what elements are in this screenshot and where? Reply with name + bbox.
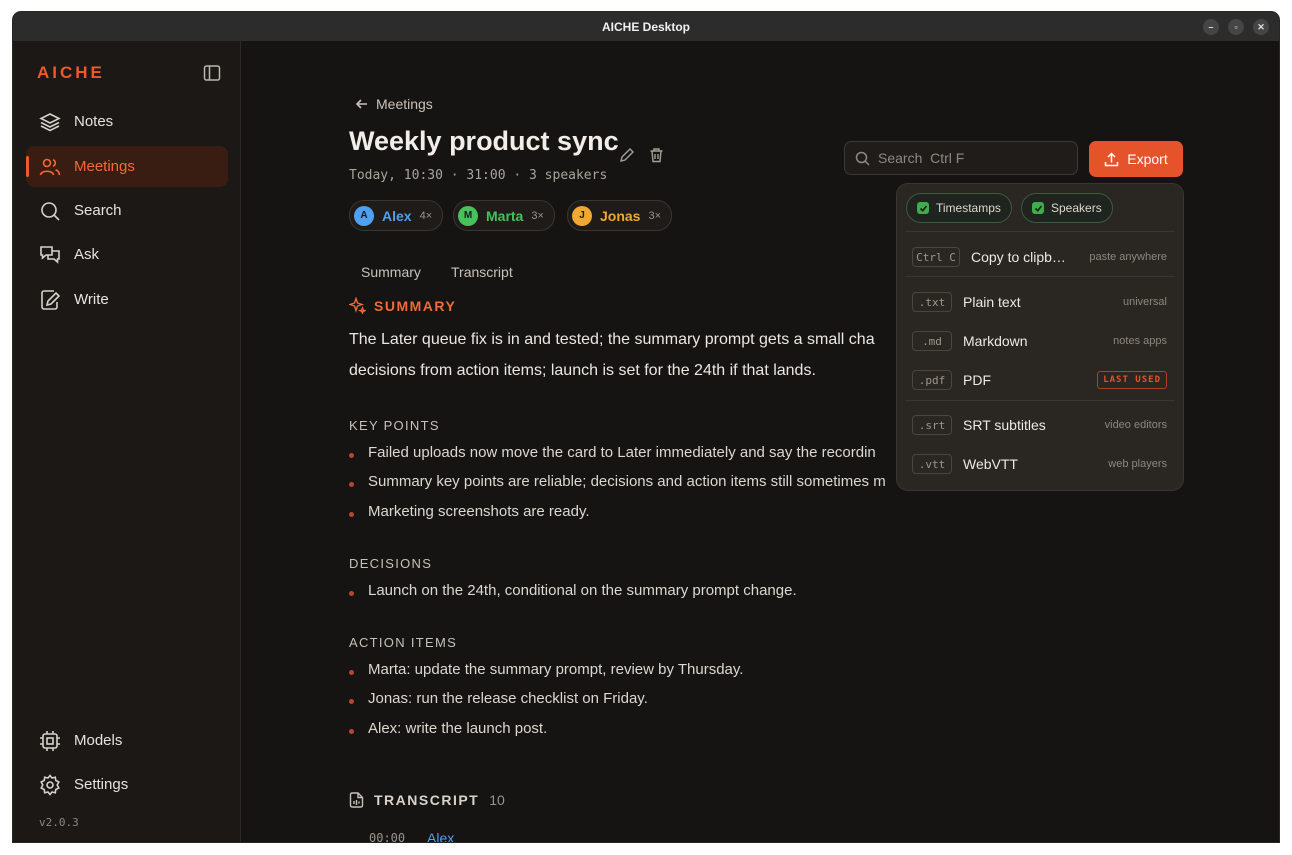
document-audio-icon	[349, 792, 364, 808]
sidebar-item-notes[interactable]: Notes	[26, 101, 228, 142]
sidebar-item-label: Search	[74, 202, 122, 219]
search-placeholder: Search Ctrl F	[878, 150, 965, 166]
export-label: Export	[1127, 151, 1168, 167]
maximize-button[interactable]: ▫	[1228, 19, 1244, 35]
toggle-speakers[interactable]: Speakers	[1021, 193, 1113, 223]
sidebar-item-label: Ask	[74, 246, 100, 263]
checkbox-checked-icon	[917, 202, 929, 214]
close-window-button[interactable]: ✕	[1253, 19, 1269, 35]
export-txt-option[interactable]: .txt Plain text universal	[905, 284, 1175, 320]
sidebar-item-label: Meetings	[74, 158, 135, 175]
window-title: AICHE Desktop	[601, 19, 690, 34]
copy-to-clipboard-option[interactable]: Ctrl C Copy to clipb… paste anywhere	[905, 239, 1175, 275]
transcript-speaker: Alex	[427, 830, 455, 842]
summary-line: decisions from action items; launch is s…	[349, 362, 816, 379]
avatar: M	[458, 205, 478, 226]
search-input[interactable]: Search Ctrl F	[844, 141, 1078, 175]
sidebar-item-label: Write	[74, 291, 109, 308]
speaker-count: 3×	[648, 209, 662, 222]
action-items-label: ACTION ITEMS	[349, 635, 458, 650]
arrow-left-icon	[355, 99, 367, 109]
export-md-option[interactable]: .md Markdown notes apps	[905, 323, 1175, 359]
search-icon	[855, 151, 870, 166]
sidebar-item-label: Settings	[74, 776, 129, 793]
sidebar: AICHE Notes Meetings Search Ask Write Mo…	[13, 41, 241, 842]
window-titlebar: AICHE Desktop – ▫ ✕	[13, 12, 1279, 41]
sidebar-item-search[interactable]: Search	[26, 190, 228, 231]
export-vtt-option[interactable]: .vtt WebVTT web players	[905, 446, 1175, 482]
list-item: Summary key points are reliable; decisio…	[349, 473, 889, 490]
gear-icon	[39, 773, 61, 796]
last-used-badge: LAST USED	[1097, 371, 1167, 389]
pencil-icon[interactable]	[619, 147, 635, 168]
main-content: Meetings Weekly product sync Today, 10:3…	[241, 41, 1279, 842]
page-title: Weekly product sync	[349, 126, 619, 156]
decisions-label: DECISIONS	[349, 556, 433, 571]
search-icon	[39, 200, 61, 222]
sidebar-item-label: Notes	[74, 113, 114, 130]
sparkle-icon	[349, 297, 366, 314]
meeting-meta: Today, 10:30 · 31:00 · 3 speakers	[349, 168, 608, 183]
speaker-chip-alex[interactable]: A Alex 4×	[349, 200, 444, 231]
summary-heading: SUMMARY	[349, 297, 456, 314]
users-icon	[39, 156, 61, 178]
minimize-button[interactable]: –	[1203, 19, 1219, 35]
checkbox-checked-icon	[1032, 202, 1044, 214]
transcript-count: 10	[489, 792, 505, 808]
sidebar-toggle-icon[interactable]	[203, 64, 221, 87]
back-link[interactable]: Meetings	[355, 96, 433, 112]
speaker-count: 4×	[419, 209, 433, 222]
toggle-timestamps[interactable]: Timestamps	[906, 193, 1012, 223]
transcript-heading: TRANSCRIPT 10	[349, 792, 505, 808]
speaker-name: Marta	[486, 207, 524, 224]
chat-icon	[39, 244, 61, 266]
speaker-chip-jonas[interactable]: J Jonas 3×	[567, 200, 673, 231]
sidebar-item-meetings[interactable]: Meetings	[26, 146, 228, 187]
trash-icon[interactable]	[649, 147, 664, 168]
layers-icon	[39, 111, 61, 133]
upload-icon	[1105, 151, 1119, 166]
speaker-name: Alex	[382, 207, 412, 224]
list-item: Failed uploads now move the card to Late…	[349, 444, 889, 461]
list-item: Marketing screenshots are ready.	[349, 503, 590, 520]
sidebar-item-label: Models	[74, 732, 123, 749]
speaker-count: 3×	[531, 209, 544, 222]
avatar: A	[354, 205, 374, 226]
sidebar-item-settings[interactable]: Settings	[26, 764, 228, 805]
sidebar-item-write[interactable]: Write	[26, 279, 228, 320]
app-logo: AICHE	[37, 63, 105, 82]
export-pdf-option[interactable]: .pdf PDF LAST USED	[905, 362, 1175, 398]
tab-summary[interactable]: Summary	[361, 264, 421, 280]
speaker-chip-marta[interactable]: M Marta 3×	[453, 200, 555, 231]
avatar: J	[572, 205, 592, 226]
sidebar-item-models[interactable]: Models	[26, 720, 228, 761]
export-button[interactable]: Export	[1089, 141, 1183, 177]
sidebar-item-ask[interactable]: Ask	[26, 234, 228, 275]
chip-icon	[39, 730, 61, 752]
summary-text: The Later queue fix is in and tested; th…	[349, 324, 909, 386]
transcript-heading-label: TRANSCRIPT	[374, 792, 480, 808]
transcript-timestamp: 00:00	[369, 831, 406, 842]
shortcut-key: Ctrl C	[912, 247, 960, 267]
tab-transcript[interactable]: Transcript	[451, 264, 513, 280]
breadcrumb: Meetings	[376, 96, 433, 112]
list-item: Alex: write the launch post.	[349, 720, 547, 737]
summary-heading-label: SUMMARY	[374, 297, 457, 314]
list-item: Marta: update the summary prompt, review…	[349, 661, 743, 678]
summary-line: The Later queue fix is in and tested; th…	[349, 331, 875, 348]
key-points-label: KEY POINTS	[349, 418, 440, 433]
export-srt-option[interactable]: .srt SRT subtitles video editors	[905, 407, 1175, 443]
export-menu: Timestamps Speakers Ctrl C Copy to clipb…	[896, 183, 1184, 491]
edit-doc-icon	[39, 289, 61, 311]
app-window: AICHE Desktop – ▫ ✕ AICHE Notes Meetings…	[13, 12, 1279, 842]
speaker-name: Jonas	[600, 207, 641, 224]
app-version: v2.0.3	[39, 816, 79, 829]
list-item: Launch on the 24th, conditional on the s…	[349, 582, 797, 599]
list-item: Jonas: run the release checklist on Frid…	[349, 690, 648, 707]
